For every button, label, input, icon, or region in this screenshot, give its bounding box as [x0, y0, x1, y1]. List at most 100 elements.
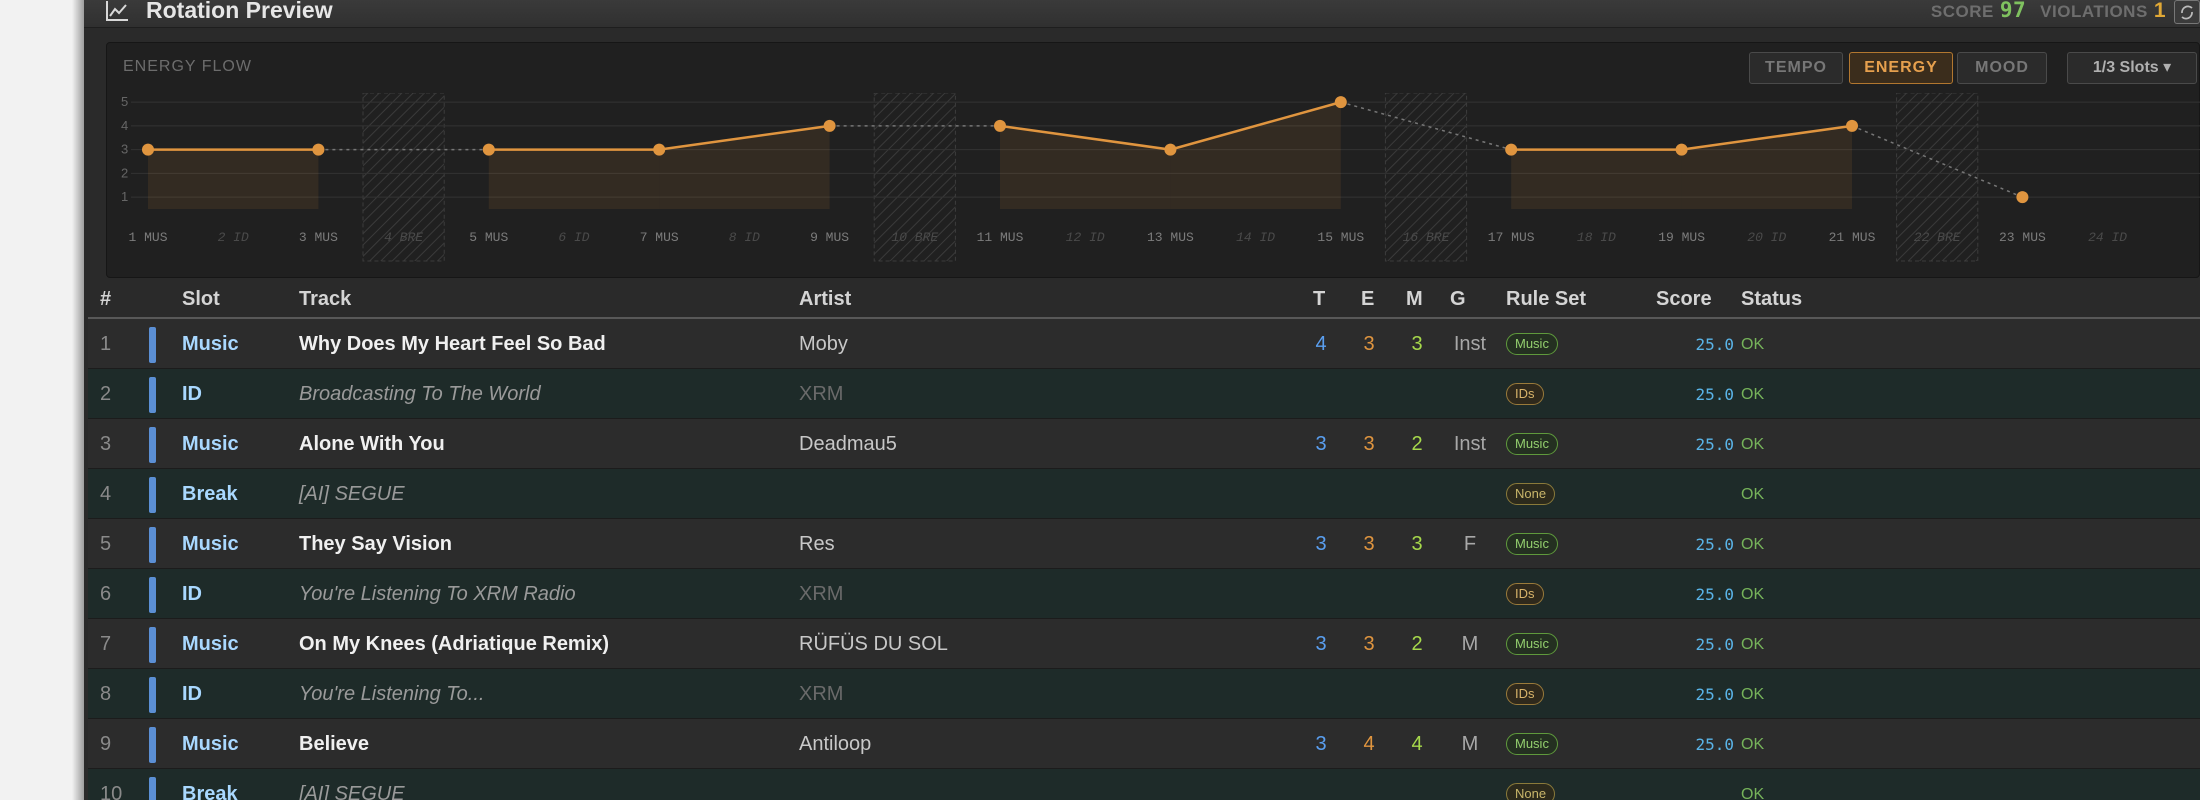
track-title: [AI] SEGUE [299, 483, 405, 505]
tempo-value: 3 [1315, 733, 1327, 755]
rule-set-badge: None [1506, 783, 1556, 800]
col-score[interactable]: Score [1656, 288, 1712, 311]
tempo-toggle[interactable]: TEMPO [1749, 52, 1843, 84]
rule-set-badge: Music [1506, 433, 1558, 455]
table-header: # Slot Track Artist T E M G Rule Set Sco… [88, 282, 2200, 319]
energy-area [488, 149, 660, 209]
x-tick-label: 3 MUS [299, 230, 338, 245]
header-stats: SCORE 97 VIOLATIONS 1 [1931, 0, 2166, 23]
col-number[interactable]: # [100, 288, 111, 311]
energy-value: 4 [1363, 733, 1375, 755]
x-tick-label: 12 ID [1066, 230, 1105, 245]
score-value: 25.0 [1695, 535, 1734, 554]
rule-set-badge: Music [1506, 633, 1558, 655]
track-title: Why Does My Heart Feel So Bad [299, 333, 606, 355]
mood-value: 3 [1411, 333, 1423, 355]
y-tick-label: 3 [121, 142, 128, 157]
mood-toggle[interactable]: MOOD [1957, 52, 2047, 84]
table-row[interactable]: 2 ID Broadcasting To The World XRM IDs 25.0 OK [88, 369, 2200, 419]
track-title: Believe [299, 733, 370, 755]
artist-name: Deadmau5 [799, 433, 897, 455]
panel-title: Rotation Preview [146, 0, 333, 23]
artist-name: Res [799, 533, 835, 555]
col-genre[interactable]: G [1450, 288, 1466, 311]
x-tick-label: 6 ID [558, 230, 589, 245]
col-energy[interactable]: E [1361, 288, 1374, 311]
energy-toggle[interactable]: ENERGY [1849, 52, 1953, 84]
table-body: 1 Music Why Does My Heart Feel So Bad Moby 4… [88, 319, 2200, 800]
slot-type: Break [182, 483, 238, 505]
slot-type: ID [182, 383, 202, 405]
status-value: OK [1741, 736, 1765, 753]
artist-name: XRM [799, 583, 844, 605]
x-tick-label: 20 ID [1747, 230, 1786, 245]
x-tick-label: 24 ID [2088, 230, 2127, 245]
tempo-value: 3 [1315, 533, 1327, 555]
row-number: 10 [100, 783, 123, 800]
status-value: OK [1741, 686, 1765, 703]
table-row[interactable]: 1 Music Why Does My Heart Feel So Bad Moby 4… [88, 319, 2200, 369]
slots-dropdown[interactable]: 1/3 Slots ▾ [2067, 52, 2197, 84]
table-row[interactable]: 7 Music On My Knees (Adriatique Remix) RÜFÜ… [88, 619, 2200, 669]
slot-color-bar [149, 477, 156, 513]
slot-color-bar [149, 527, 156, 563]
col-rule-set[interactable]: Rule Set [1506, 288, 1586, 311]
score-value: 25.0 [1695, 435, 1734, 454]
refresh-button[interactable] [2174, 0, 2200, 24]
row-number: 2 [100, 383, 112, 405]
table-row[interactable]: 6 ID You're Listening To XRM Radio XRM IDs 25… [88, 569, 2200, 619]
track-title: They Say Vision [299, 533, 453, 555]
slot-color-bar [149, 777, 156, 800]
table-row[interactable]: 8 ID You're Listening To... XRM IDs 25.0 OK [88, 669, 2200, 719]
table-row[interactable]: 10 Break [AI] SEGUE None OK [88, 769, 2200, 800]
score-value: 25.0 [1695, 385, 1734, 404]
x-tick-label: 15 MUS [1317, 230, 1364, 245]
table-row[interactable]: 3 Music Alone With You Deadmau5 3 3 2 Inst Music… [88, 419, 2200, 469]
x-tick-label: 13 MUS [1147, 230, 1194, 245]
rule-set-badge: None [1506, 483, 1556, 505]
rule-set-badge: Music [1506, 333, 1558, 355]
col-slot[interactable]: Slot [182, 288, 220, 311]
slot-color-bar [149, 427, 156, 463]
y-tick-label: 2 [121, 165, 128, 180]
genre-value: F [1463, 533, 1477, 555]
col-status[interactable]: Status [1741, 288, 1802, 311]
score-value: 25.0 [1695, 585, 1734, 604]
x-tick-label: 8 ID [729, 230, 760, 245]
col-mood[interactable]: M [1406, 288, 1423, 311]
track-title: You're Listening To... [299, 683, 485, 705]
energy-area [148, 149, 319, 209]
energy-point [1334, 96, 1347, 109]
y-tick-label: 1 [121, 189, 128, 204]
energy-point [1675, 143, 1688, 156]
energy-value: 3 [1363, 433, 1375, 455]
slot-color-bar [149, 327, 156, 363]
status-value: OK [1741, 536, 1765, 553]
col-track[interactable]: Track [299, 288, 351, 311]
tempo-value: 3 [1315, 633, 1327, 655]
col-artist[interactable]: Artist [799, 288, 851, 311]
x-tick-label: 18 ID [1577, 230, 1616, 245]
energy-point [482, 143, 495, 156]
track-title: You're Listening To XRM Radio [299, 583, 576, 605]
status-value: OK [1741, 486, 1765, 503]
panel-shadow [72, 0, 84, 800]
table-row[interactable]: 4 Break [AI] SEGUE None OK [88, 469, 2200, 519]
row-number: 6 [100, 583, 112, 605]
x-tick-label: 21 MUS [1829, 230, 1876, 245]
artist-name: RÜFÜS DU SOL [799, 633, 948, 655]
rule-set-badge: IDs [1506, 383, 1544, 405]
score-value: 97 [1999, 0, 2027, 22]
x-tick-label: 14 ID [1236, 230, 1275, 245]
table-row[interactable]: 5 Music They Say Vision Res 3 3 3 F Music 25.0 OK [88, 519, 2200, 569]
col-tempo[interactable]: T [1313, 288, 1325, 311]
status-value: OK [1741, 436, 1765, 453]
table-row[interactable]: 9 Music Believe Antiloop 3 4 4 M Music 25.0 OK [88, 719, 2200, 769]
artist-name: XRM [799, 683, 844, 705]
slot-type: ID [182, 583, 202, 605]
slot-color-bar [149, 677, 156, 713]
energy-flow-chart: ENERGY FLOW TEMPO ENERGY MOOD 1/3 Slots … [106, 42, 2200, 278]
status-value: OK [1741, 786, 1765, 800]
panel-header: Rotation Preview SCORE 97 VIOLATIONS 1 [84, 0, 2200, 28]
x-tick-label: 1 MUS [128, 230, 167, 245]
